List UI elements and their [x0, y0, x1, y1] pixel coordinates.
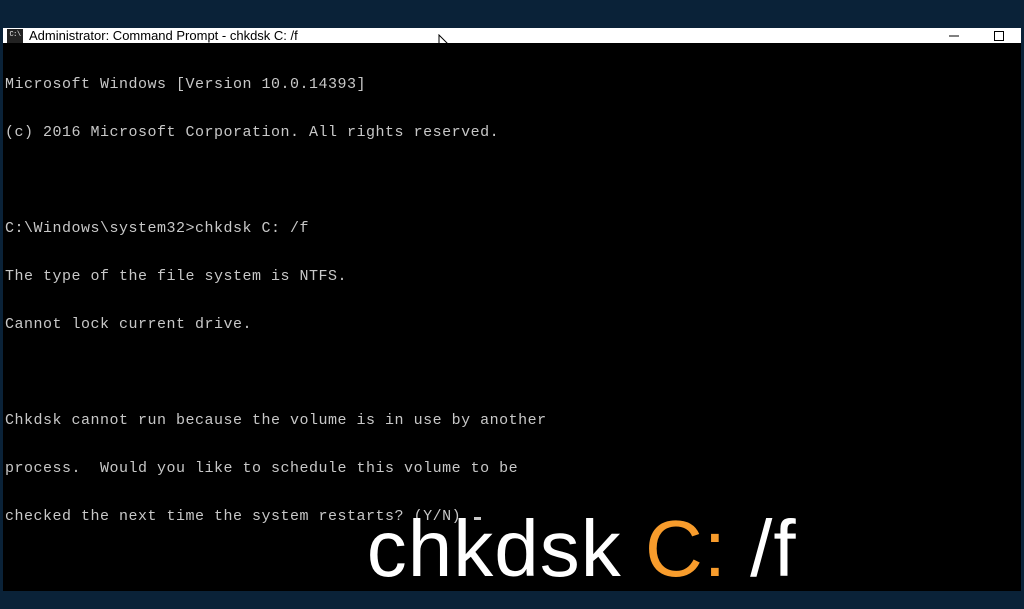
window-title: Administrator: Command Prompt - chkdsk C…	[29, 28, 298, 43]
minimize-button[interactable]	[931, 28, 976, 43]
caption-part2: /f	[727, 504, 797, 593]
terminal-line: Microsoft Windows [Version 10.0.14393]	[5, 77, 1019, 93]
window-controls	[931, 28, 1021, 43]
command-prompt-window: C:\ Administrator: Command Prompt - chkd…	[3, 28, 1021, 529]
caption-accent: C:	[645, 504, 727, 593]
terminal-output[interactable]: Microsoft Windows [Version 10.0.14393] (…	[3, 43, 1021, 591]
terminal-line: (c) 2016 Microsoft Corporation. All righ…	[5, 125, 1019, 141]
caption-overlay: chkdsk C: /f	[3, 525, 1021, 573]
terminal-line	[5, 173, 1019, 189]
terminal-line: Cannot lock current drive.	[5, 317, 1019, 333]
terminal-line: C:\Windows\system32>chkdsk C: /f	[5, 221, 1019, 237]
terminal-line: Chkdsk cannot run because the volume is …	[5, 413, 1019, 429]
maximize-button[interactable]	[976, 28, 1021, 43]
caption-part1: chkdsk	[367, 504, 645, 593]
cmd-icon: C:\	[7, 29, 23, 43]
terminal-line: The type of the file system is NTFS.	[5, 269, 1019, 285]
terminal-line	[5, 365, 1019, 381]
window-titlebar[interactable]: C:\ Administrator: Command Prompt - chkd…	[3, 28, 1021, 43]
terminal-line: process. Would you like to schedule this…	[5, 461, 1019, 477]
